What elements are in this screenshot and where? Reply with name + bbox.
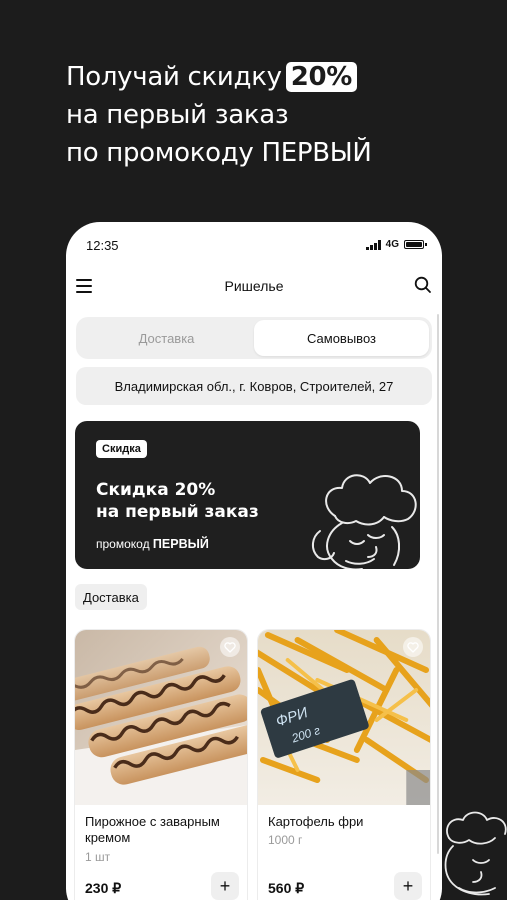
promo-line-2: на первый заказ	[66, 100, 289, 130]
product-card[interactable]: Пирожное с заварным кремом 1 шт 230 ₽ +	[74, 629, 248, 900]
toggle-delivery[interactable]: Доставка	[79, 320, 254, 356]
app-header: Ришелье	[66, 272, 442, 302]
banner-promo-code: промокод ПЕРВЫЙ	[96, 537, 209, 551]
status-indicators: 4G	[366, 239, 427, 250]
network-type: 4G	[385, 239, 399, 250]
product-name: Картофель фри	[268, 814, 364, 829]
status-bar: 12:35 4G	[66, 222, 442, 272]
product-price: 560 ₽	[268, 880, 305, 896]
promo-banner[interactable]: Скидка Скидка 20% на первый заказ промок…	[75, 421, 420, 569]
category-chip-delivery[interactable]: Доставка	[75, 584, 147, 610]
phone-screen: 12:35 4G Ришелье Доставка Самовывоз Влад…	[66, 222, 442, 900]
toggle-pickup[interactable]: Самовывоз	[254, 320, 429, 356]
add-to-cart-button[interactable]: +	[394, 872, 422, 900]
product-weight: 1 шт	[85, 850, 111, 864]
banner-title: Скидка 20% на первый заказ	[96, 479, 259, 523]
status-time: 12:35	[86, 238, 119, 253]
product-name: Пирожное с заварным кремом	[85, 814, 220, 845]
banner-badge: Скидка	[96, 440, 147, 458]
favorite-heart-icon[interactable]	[403, 637, 423, 657]
battery-icon	[404, 240, 427, 249]
promo-line-3: по промокоду ПЕРВЫЙ	[66, 138, 372, 168]
delivery-mode-toggle: Доставка Самовывоз	[76, 317, 432, 359]
promo-line-1: Получай скидку	[66, 62, 282, 92]
product-weight: 1000 г	[268, 833, 303, 847]
banner-code-value: ПЕРВЫЙ	[152, 537, 209, 551]
favorite-heart-icon[interactable]	[220, 637, 240, 657]
banner-code-prefix: промокод	[96, 537, 150, 551]
add-to-cart-button[interactable]: +	[211, 872, 239, 900]
search-icon[interactable]	[414, 276, 432, 294]
chef-head-corner-icon	[444, 811, 507, 896]
product-price: 230 ₽	[85, 880, 122, 896]
product-image-fries: ФРИ 200 г	[258, 630, 430, 805]
product-image-eclair	[75, 630, 247, 805]
address-selector[interactable]: Владимирская обл., г. Ковров, Строителей…	[76, 367, 432, 405]
promo-percent-badge: 20%	[285, 62, 358, 92]
promo-headline: Получай скидку 20% на первый заказ по про…	[66, 58, 372, 172]
product-card[interactable]: ФРИ 200 г Картофель фри 1000 г 560 ₽ +	[257, 629, 431, 900]
chef-head-illustration-icon	[312, 474, 417, 569]
app-title: Ришелье	[224, 278, 284, 294]
banner-title-line-2: на первый заказ	[96, 502, 259, 522]
signal-icon	[366, 239, 381, 250]
scrollbar[interactable]	[437, 314, 439, 854]
banner-title-line-1: Скидка 20%	[96, 480, 216, 500]
